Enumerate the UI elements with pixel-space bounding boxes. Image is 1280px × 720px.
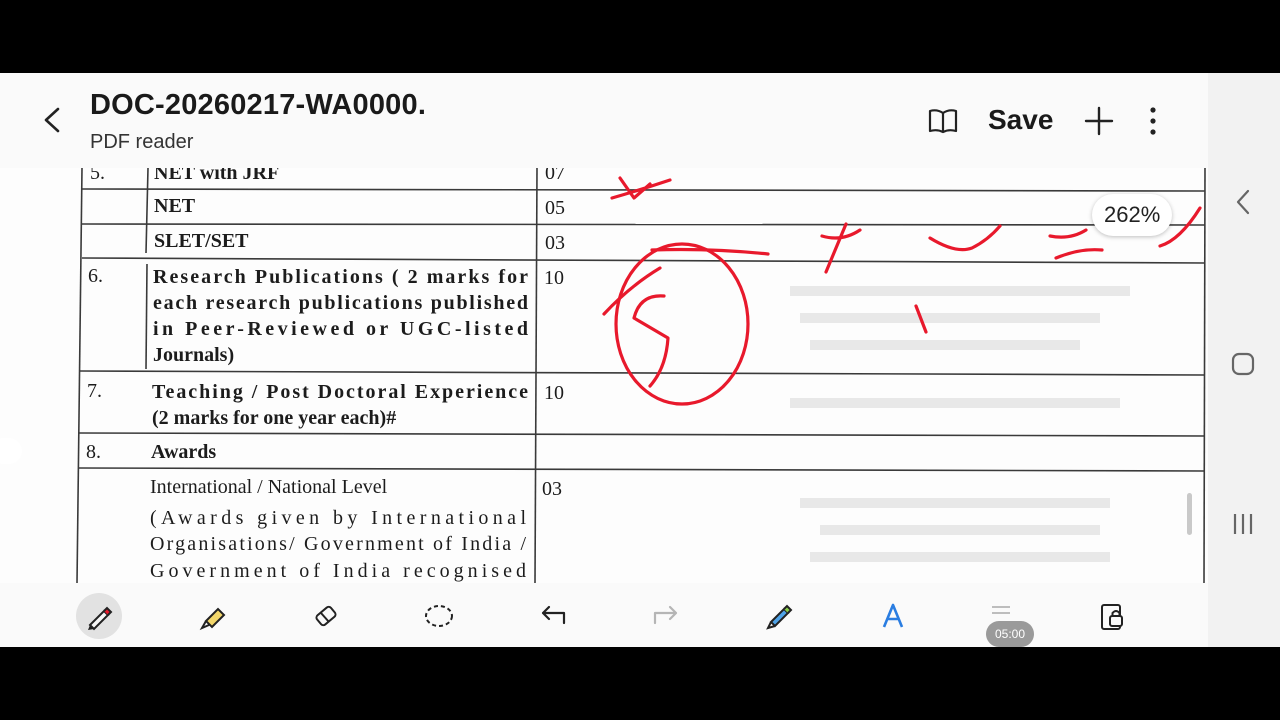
row-marks: 05 bbox=[545, 197, 565, 219]
undo-button[interactable] bbox=[530, 593, 576, 639]
row-item: Awards bbox=[151, 441, 216, 463]
text-a-icon bbox=[882, 603, 904, 628]
document-title: DOC-20260217-WA0000. bbox=[90, 89, 427, 121]
document-subtitle: PDF reader bbox=[90, 131, 194, 153]
row-item: NET with JRF bbox=[154, 168, 279, 184]
color-pen-icon bbox=[766, 604, 793, 630]
row-number: 6. bbox=[88, 265, 103, 287]
row-item-line: (2 marks for one year each)# bbox=[152, 407, 396, 429]
row-marks: 03 bbox=[542, 478, 562, 500]
save-button[interactable]: Save bbox=[988, 104, 1053, 136]
nav-back-icon bbox=[1236, 189, 1250, 215]
nav-back-button[interactable] bbox=[1230, 187, 1256, 217]
lasso-select-button[interactable] bbox=[416, 593, 462, 639]
color-pen-button[interactable] bbox=[756, 593, 802, 639]
scrollbar-thumb[interactable] bbox=[1187, 493, 1192, 535]
chevron-left-icon bbox=[44, 107, 60, 133]
row-marks: 10 bbox=[544, 267, 564, 289]
reading-mode-button[interactable] bbox=[927, 107, 959, 135]
lasso-icon bbox=[425, 605, 453, 627]
redo-button[interactable] bbox=[643, 593, 689, 639]
document-page[interactable]: 5. NET with JRF 07 NET 05 SLET/SET 03 6.… bbox=[0, 168, 1208, 583]
text-tool-button[interactable] bbox=[870, 593, 916, 639]
plus-icon bbox=[1084, 106, 1114, 136]
row-item-line: in Peer-Reviewed or UGC-listed bbox=[153, 318, 528, 340]
row-item-line: International / National Level bbox=[150, 476, 388, 498]
annotation-toolbar: 05:00 bbox=[0, 583, 1208, 647]
row-number: 5. bbox=[90, 168, 105, 184]
row-marks: 10 bbox=[544, 382, 564, 404]
more-options-button[interactable] bbox=[1140, 105, 1166, 137]
nav-recent-icon bbox=[1233, 514, 1253, 534]
app-bar: DOC-20260217-WA0000. PDF reader Save bbox=[0, 73, 1208, 168]
row-item-line: each research publications published bbox=[153, 292, 528, 314]
system-navigation-bar bbox=[1208, 73, 1280, 647]
row-item: SLET/SET bbox=[154, 230, 249, 252]
row-number: 7. bbox=[87, 380, 102, 402]
highlighter-icon bbox=[199, 607, 226, 631]
row-item-line: Journals) bbox=[153, 344, 234, 366]
book-icon bbox=[928, 109, 958, 134]
row-marks: 03 bbox=[545, 232, 565, 254]
row-marks: 07 bbox=[545, 168, 565, 184]
zoom-level-badge: 262% bbox=[1092, 194, 1173, 236]
eraser-tool-button[interactable] bbox=[303, 593, 349, 639]
highlighter-tool-button[interactable] bbox=[190, 593, 236, 639]
row-item-line: Government of India recognised bbox=[150, 560, 526, 582]
row-item-line: Teaching / Post Doctoral Experience bbox=[152, 381, 528, 403]
row-item: NET bbox=[154, 195, 196, 217]
undo-icon bbox=[541, 605, 566, 625]
row-item-line: Research Publications ( 2 marks for bbox=[153, 266, 528, 288]
row-number: 8. bbox=[86, 441, 101, 463]
more-vertical-icon bbox=[1150, 107, 1156, 135]
nav-recent-apps-button[interactable] bbox=[1230, 511, 1256, 537]
row-item-line: Organisations/ Government of India / bbox=[150, 533, 526, 555]
nav-home-button[interactable] bbox=[1230, 351, 1256, 377]
redo-icon bbox=[653, 605, 678, 625]
nav-home-icon bbox=[1231, 352, 1255, 376]
pen-icon bbox=[88, 606, 113, 631]
back-button[interactable] bbox=[36, 103, 70, 137]
recording-timer: 05:00 bbox=[986, 621, 1034, 647]
lock-page-icon bbox=[1101, 604, 1123, 630]
lock-tool-button[interactable] bbox=[1088, 593, 1134, 639]
pdf-reader-screen: DOC-20260217-WA0000. PDF reader Save 5. … bbox=[0, 73, 1280, 647]
add-button[interactable] bbox=[1083, 105, 1115, 137]
row-item-line: (Awards given by International bbox=[150, 507, 526, 529]
pen-tool-button[interactable] bbox=[76, 593, 122, 639]
scanned-table: 5. NET with JRF 07 NET 05 SLET/SET 03 6.… bbox=[76, 168, 1206, 583]
eraser-icon bbox=[315, 605, 337, 627]
